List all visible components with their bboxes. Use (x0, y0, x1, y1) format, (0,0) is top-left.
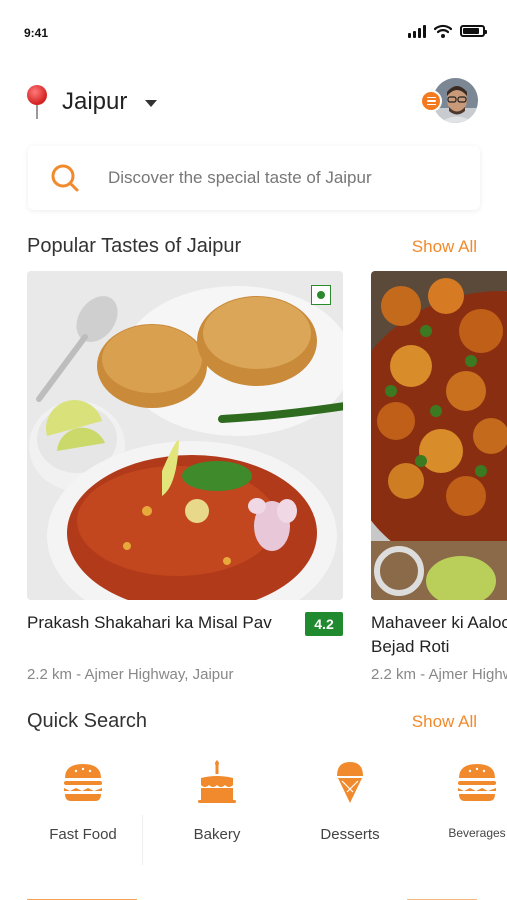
burger-icon (458, 764, 496, 801)
location-selector[interactable]: Jaipur (24, 84, 158, 120)
category-fast-food[interactable]: Fast Food (28, 760, 138, 843)
next-section-header-clipped (27, 888, 477, 900)
chevron-down-icon[interactable] (145, 99, 158, 107)
quick-search-header: Quick Search Show All (27, 710, 477, 733)
restaurant-address: 2.2 km - Ajmer Highway, Jaipur (27, 666, 234, 683)
cellular-signal-icon (408, 24, 426, 38)
dish-image (371, 271, 507, 600)
search-input[interactable]: Discover the special taste of Jaipur (108, 168, 372, 188)
category-label: Fast Food (49, 826, 117, 843)
status-bar: 9:41 (0, 0, 507, 66)
restaurant-card[interactable]: Mahaveer ki Aaloo Sabzi Aur Bejad Roti 2… (371, 271, 507, 683)
ice-cream-icon (337, 762, 363, 803)
category-list: Fast Food Bakery Desserts Beverages (0, 760, 507, 865)
restaurant-name: Mahaveer ki Aaloo Sabzi Aur Bejad Roti (371, 613, 507, 656)
section-title: Quick Search (27, 710, 148, 732)
veg-indicator-icon (311, 285, 331, 305)
show-all-popular-link[interactable]: Show All (412, 237, 477, 257)
burger-icon (64, 764, 102, 801)
wifi-icon (434, 24, 452, 38)
dish-image (27, 271, 343, 600)
search-bar[interactable]: Discover the special taste of Jaipur (28, 146, 480, 210)
restaurant-card[interactable]: Prakash Shakahari ka Misal Pav 4.2 2.2 k… (27, 271, 343, 683)
cake-icon (198, 760, 236, 803)
restaurant-name: Prakash Shakahari ka Misal Pav (27, 613, 272, 632)
search-icon (51, 164, 79, 192)
divider (142, 815, 143, 865)
section-title: Popular Tastes of Jaipur (27, 235, 242, 257)
category-beverages[interactable]: Beverages (432, 760, 507, 840)
category-label: Beverages (448, 826, 506, 840)
category-label: Desserts (320, 826, 380, 843)
rating-badge: 4.2 (305, 612, 343, 636)
map-pin-icon (27, 85, 47, 119)
popular-section-header: Popular Tastes of Jaipur Show All (27, 235, 477, 258)
restaurant-address: 2.2 km - Ajmer Highway, Jaipur (371, 666, 507, 683)
battery-level (463, 28, 480, 34)
category-desserts[interactable]: Desserts (295, 760, 405, 843)
menu-icon[interactable] (420, 90, 442, 112)
current-city: Jaipur (62, 88, 128, 115)
category-label: Bakery (193, 826, 241, 843)
show-all-quick-search-link[interactable]: Show All (412, 712, 477, 732)
battery-icon (460, 25, 487, 37)
status-time: 9:41 (24, 26, 49, 40)
category-bakery[interactable]: Bakery (162, 760, 272, 843)
status-icons (408, 24, 487, 38)
card-clip: Mahaveer ki Aaloo Sabzi Aur Bejad Roti 2… (371, 271, 507, 691)
profile-menu[interactable] (420, 78, 478, 124)
